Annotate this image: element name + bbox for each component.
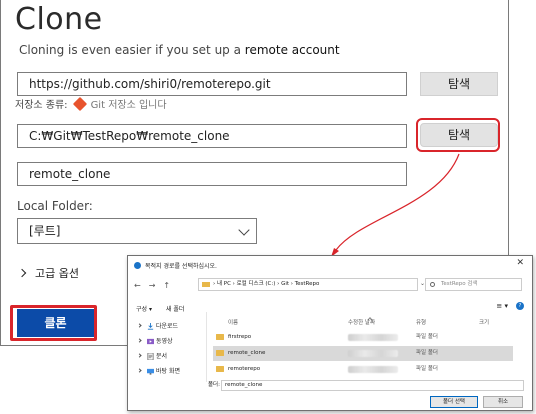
subtitle: Cloning is even easier if you set up a r… <box>19 43 340 57</box>
advanced-options-label: 고급 옵션 <box>35 267 79 280</box>
chevron-right-icon <box>17 268 27 278</box>
file-type: 파일 폴더 <box>416 334 438 340</box>
sidebar-item-label: 동영상 <box>156 338 173 345</box>
file-name: remote_clone <box>228 350 266 356</box>
pane-divider <box>206 312 207 382</box>
folder-name-input[interactable]: remote_clone <box>221 380 524 391</box>
organize-button[interactable]: 구성 ▾ <box>136 304 152 313</box>
forward-icon[interactable]: → <box>149 281 156 290</box>
sidebar-item-downloads[interactable]: 다운로드 <box>136 319 201 334</box>
new-folder-button[interactable]: 새 폴더 <box>166 304 184 313</box>
chevron-right-icon <box>137 368 142 373</box>
navigation-pane: 다운로드 동영상 문서 바탕 화면 <box>136 319 201 379</box>
folder-dialog-titlebar: 목적지 경로를 선택하십시오. <box>134 261 217 270</box>
sidebar-item-label: 문서 <box>156 353 168 360</box>
repo-type-label: 저장소 종류: <box>15 100 68 111</box>
chevron-down-icon <box>238 224 250 236</box>
search-icon <box>430 282 435 287</box>
clone-path-input[interactable]: C:₩Git₩TestRepo₩remote_clone <box>17 124 407 148</box>
address-path: › 내 PC › 로컬 디스크 (C:) › Git › TestRepo <box>213 281 320 287</box>
back-icon[interactable]: ← <box>134 281 141 290</box>
local-folder-label: Local Folder: <box>17 199 93 213</box>
sidebar-item-desktop[interactable]: 바탕 화면 <box>136 364 201 379</box>
clone-highlight <box>10 305 97 341</box>
chevron-right-icon <box>137 338 142 343</box>
folder-icon <box>202 282 210 287</box>
browse-url-button[interactable]: 탐색 <box>420 72 498 96</box>
folder-picker-dialog: 목적지 경로를 선택하십시오. ✕ ← → ↑ › 내 PC › 로컬 디스크 … <box>127 255 533 411</box>
desktop-icon <box>147 368 154 375</box>
cancel-button[interactable]: 취소 <box>483 396 523 408</box>
modified-date-redacted <box>348 350 398 357</box>
app-icon <box>134 262 141 269</box>
modified-date-redacted <box>348 366 398 373</box>
column-header-size[interactable]: 크기 <box>479 318 489 326</box>
dialog-toolbar: 구성 ▾ 새 폴더 <box>136 304 184 313</box>
help-icon[interactable]: ? <box>516 302 524 310</box>
column-headers: 이름 수정한 날짜 유형 크기 <box>213 316 518 327</box>
folder-icon <box>216 334 224 340</box>
folder-icon <box>216 366 224 372</box>
remote-account-link[interactable]: remote account <box>245 43 340 57</box>
local-folder-value: [루트] <box>29 224 61 238</box>
local-folder-select[interactable]: [루트] <box>17 218 257 244</box>
folder-dialog-title: 목적지 경로를 선택하십시오. <box>145 263 217 270</box>
advanced-options-toggle[interactable]: 고급 옵션 <box>17 265 79 281</box>
sidebar-item-videos[interactable]: 동영상 <box>136 334 201 349</box>
folder-label: 폴더: <box>208 382 220 388</box>
file-type: 파일 폴더 <box>416 366 438 372</box>
sidebar-item-label: 다운로드 <box>156 323 179 330</box>
sidebar-item-label: 바탕 화면 <box>156 368 180 375</box>
column-header-name[interactable]: 이름 <box>228 318 238 326</box>
browse-highlight <box>416 118 500 152</box>
view-controls: ≡ ▾ ? <box>496 302 524 310</box>
file-name: firstrepo <box>228 334 252 340</box>
view-options-icon[interactable]: ≡ ▾ <box>496 302 508 310</box>
repo-url-input[interactable]: https://github.com/shiri0/remoterepo.git <box>17 72 407 96</box>
file-row-selected[interactable]: remote_clone 파일 폴더 <box>213 346 513 361</box>
folder-icon <box>216 350 224 356</box>
page-title: Clone <box>15 2 103 37</box>
subtitle-text: Cloning is even easier if you set up a <box>19 43 245 57</box>
address-bar[interactable]: › 내 PC › 로컬 디스크 (C:) › Git › TestRepo <box>198 278 418 291</box>
git-icon <box>72 96 87 111</box>
search-placeholder: TestRepo 검색 <box>441 281 478 287</box>
document-icon <box>147 353 154 360</box>
column-header-type[interactable]: 유형 <box>416 318 426 326</box>
modified-date-redacted <box>348 334 398 341</box>
chevron-right-icon <box>137 323 142 328</box>
clone-name-input[interactable]: remote_clone <box>17 162 407 186</box>
file-type: 파일 폴더 <box>416 350 438 356</box>
video-icon <box>147 338 154 345</box>
sidebar-item-documents[interactable]: 문서 <box>136 349 201 364</box>
select-folder-button[interactable]: 폴더 선택 <box>430 396 478 408</box>
close-icon[interactable]: ✕ <box>516 258 524 268</box>
column-header-date[interactable]: 수정한 날짜 <box>348 318 375 326</box>
file-row[interactable]: firstrepo 파일 폴더 <box>213 330 513 345</box>
repo-type-value: Git 저장소 입니다 <box>90 100 167 111</box>
nav-buttons: ← → ↑ <box>134 281 170 290</box>
up-icon[interactable]: ↑ <box>163 281 170 290</box>
search-input[interactable]: TestRepo 검색 <box>425 278 522 291</box>
chevron-right-icon <box>137 353 142 358</box>
file-row[interactable]: remoterepo 파일 폴더 <box>213 362 513 377</box>
repo-type-info: 저장소 종류: Git 저장소 입니다 <box>15 96 167 111</box>
file-name: remoterepo <box>228 366 261 372</box>
download-icon <box>147 323 154 330</box>
